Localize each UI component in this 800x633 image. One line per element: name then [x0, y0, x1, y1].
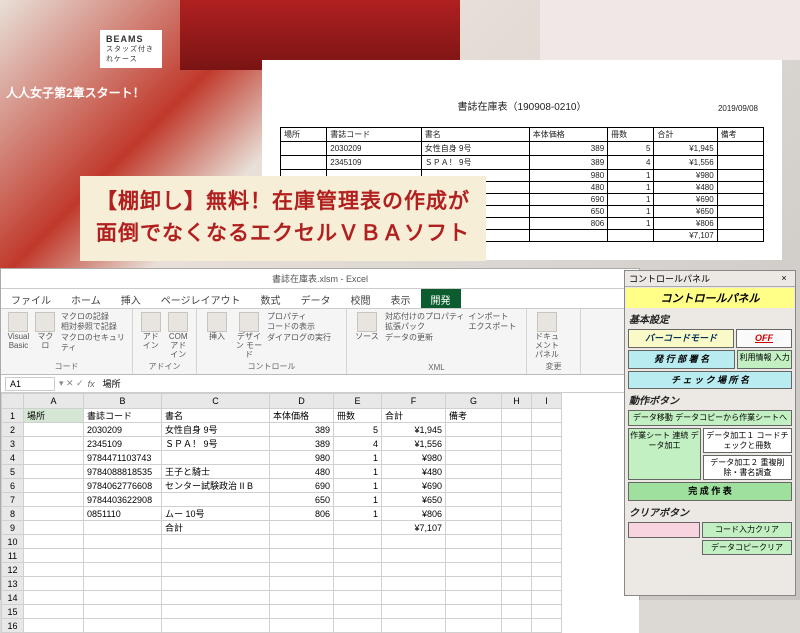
data-move-button[interactable]: データ移動 データコピーから作業シートへ — [628, 410, 792, 426]
beams-sub: スタッズ付き れケース — [106, 44, 156, 64]
formula-bar: A1 ▾ ✕ ✓ fx 場所 — [1, 375, 639, 393]
name-box[interactable]: A1 — [5, 377, 55, 391]
worksheet-process-button[interactable]: 作業シート 連続 データ加工 — [628, 428, 701, 480]
excel-ribbon-tabs: ファイルホーム挿入ページレイアウト数式データ校閲表示開発 — [1, 289, 639, 309]
headline-line2: 面倒でなくなるエクセルＶＢＡソフト — [96, 222, 470, 245]
usage-info-button[interactable]: 利用情報 入力 — [737, 350, 792, 369]
ribbon-tab-8[interactable]: 開発 — [421, 289, 461, 308]
headline-line1: 【棚卸し】無料！在庫管理表の作成が — [96, 190, 470, 213]
ribbon-tab-6[interactable]: 校閲 — [341, 289, 381, 308]
ribbon-tab-1[interactable]: ホーム — [61, 289, 111, 308]
xml-io[interactable]: インポート エクスポート — [469, 312, 517, 333]
control-panel-window: コントロールパネル × コントロールパネル 基本設定 バーコードモード OFF … — [624, 270, 796, 596]
beams-text: BEAMS — [106, 34, 156, 44]
ribbon-tab-7[interactable]: 表示 — [381, 289, 421, 308]
section-clear: クリアボタン — [625, 502, 795, 521]
xml-options[interactable]: 対応付けのプロパティ 拡張パック データの更新 — [385, 312, 465, 343]
fx-controls[interactable]: ▾ ✕ ✓ — [59, 378, 84, 389]
ribbon-tab-2[interactable]: 挿入 — [111, 289, 151, 308]
check-location-button[interactable]: チ ェ ッ ク 場 所 名 — [628, 371, 792, 390]
proc1-button[interactable]: データ加工１ コードチェックと冊数 — [703, 428, 792, 453]
bg-magazine-right — [540, 0, 800, 60]
doc-panel-button[interactable]: ドキュメント パネル — [533, 312, 561, 359]
fx-icon: fx — [84, 379, 99, 389]
section-ops: 動作ボタン — [625, 390, 795, 409]
addin-button[interactable]: アドイン — [139, 312, 163, 351]
ribbon-tab-5[interactable]: データ — [291, 289, 341, 308]
excel-titlebar: 書誌在庫表.xlsm - Excel — [1, 269, 639, 289]
design-mode-button[interactable]: デザイン モード — [235, 312, 263, 359]
excel-ribbon: Visual Basic マクロ マクロの記録 相対参照で記録 マクロのセキュリ… — [1, 309, 639, 375]
macro-button[interactable]: マクロ — [34, 312, 57, 351]
excel-grid[interactable]: ABCDEFGHI1場所書誌コード書名本体価格冊数合計備考22030209女性自… — [1, 393, 639, 633]
ribbon-tab-0[interactable]: ファイル — [1, 289, 61, 308]
control-panel-heading: コントロールパネル — [626, 288, 794, 308]
bg-chapter: 人人女子第2章スタート！ — [6, 84, 145, 101]
clear-code-button[interactable]: コード入力クリア — [702, 522, 792, 538]
com-addin-button[interactable]: COM アドイン — [167, 312, 191, 359]
control-panel-titlebar[interactable]: コントロールパネル × — [625, 271, 795, 287]
formula-input[interactable]: 場所 — [99, 376, 639, 391]
section-basic: 基本設定 — [625, 309, 795, 328]
ribbon-tab-4[interactable]: 数式 — [251, 289, 291, 308]
headline-banner: 【棚卸し】無料！在庫管理表の作成が 面倒でなくなるエクセルＶＢＡソフト — [80, 176, 486, 261]
excel-window: 書誌在庫表.xlsm - Excel ファイルホーム挿入ページレイアウト数式デー… — [0, 268, 640, 600]
barcode-off-button[interactable]: OFF — [736, 329, 792, 348]
barcode-mode-button[interactable]: バーコードモード — [628, 329, 734, 348]
close-icon[interactable]: × — [777, 272, 791, 286]
insert-control-button[interactable]: 挿入 — [203, 312, 231, 342]
issuer-button[interactable]: 発 行 部 署 名 — [628, 350, 735, 369]
clear-pink-button[interactable] — [628, 522, 700, 538]
ribbon-tab-3[interactable]: ページレイアウト — [151, 289, 251, 308]
xml-source-button[interactable]: ソース — [353, 312, 381, 342]
control-options[interactable]: プロパティ コードの表示 ダイアログの実行 — [267, 312, 331, 343]
sheet-date: 2019/09/08 — [718, 104, 758, 113]
beams-logo: BEAMS スタッズ付き れケース — [100, 30, 162, 68]
sheet-title: 書誌在庫表（190908-0210） — [280, 98, 764, 113]
finish-button[interactable]: 完 成 作 表 — [628, 482, 792, 501]
clear-copy-button[interactable]: データコピークリア — [702, 540, 792, 556]
macro-options[interactable]: マクロの記録 相対参照で記録 マクロのセキュリティ — [61, 312, 126, 354]
proc2-button[interactable]: データ加工２ 重複削除・書名調査 — [703, 455, 792, 480]
visual-basic-button[interactable]: Visual Basic — [7, 312, 30, 351]
